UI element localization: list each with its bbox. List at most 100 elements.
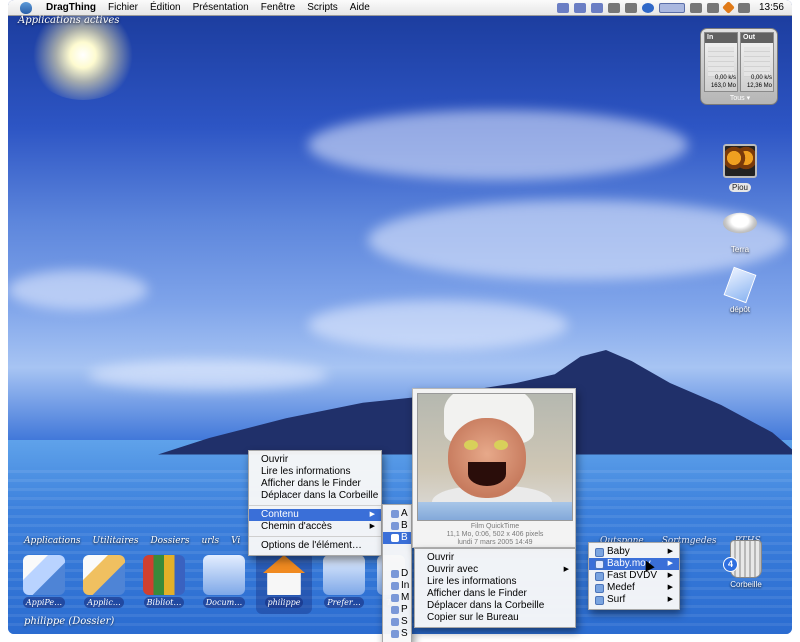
preview-kind: Film QuickTime: [470, 523, 520, 530]
meter-in-rate: 0,00 k/s: [714, 75, 736, 81]
menu-aide[interactable]: Aide: [344, 2, 376, 13]
menu-item-options[interactable]: Options de l'élément…: [249, 540, 381, 552]
pen-icon: [83, 555, 125, 595]
dock-item-docum[interactable]: Docum…: [196, 552, 252, 614]
itunes-control-icon[interactable]: [556, 2, 569, 13]
butterfly-icon: [723, 144, 757, 178]
tab-utilitaires[interactable]: Utilitaires: [93, 536, 139, 546]
movie-preview: Film QuickTime 11,1 Mo, 0:06, 502 x 406 …: [412, 388, 576, 548]
menu-scripts[interactable]: Scripts: [301, 2, 344, 13]
menu-item-contenu[interactable]: Contenu ▶: [249, 509, 381, 521]
meter-out-label: Out: [741, 33, 773, 43]
folder-item-surf[interactable]: Surf ▶: [589, 594, 679, 606]
menu-edition[interactable]: Édition: [144, 2, 187, 13]
file-icon: [391, 606, 399, 614]
tab-dossiers[interactable]: Dossiers: [150, 536, 189, 546]
volume-icon[interactable]: [706, 2, 719, 13]
home-icon: [263, 555, 305, 595]
submenu-arrow-icon: ▶: [369, 511, 375, 518]
content-item[interactable]: B: [383, 520, 411, 532]
menu-item-afficher-finder[interactable]: Afficher dans le Finder: [249, 478, 381, 490]
menu-item-ouvrir[interactable]: Ouvrir: [249, 454, 381, 466]
meter-in-total: 163,0 Mo: [710, 83, 736, 89]
content-item-label: In: [401, 580, 410, 591]
menu-item-corbeille[interactable]: Déplacer dans la Corbeille: [415, 600, 575, 612]
dock-item-philippe[interactable]: philippe: [256, 552, 312, 614]
dock-item-applic[interactable]: Applic…: [76, 552, 132, 614]
trash-label: Corbeille: [730, 580, 762, 589]
dock-item-prefer[interactable]: Prefer…: [316, 552, 372, 614]
menu-item-ouvrir[interactable]: Ouvrir: [415, 552, 575, 564]
file-icon: [391, 618, 399, 626]
tab-vi[interactable]: Vi: [231, 536, 240, 546]
meter-out-graph: [744, 47, 770, 77]
content-item[interactable]: M: [383, 592, 411, 604]
menu-fenetre[interactable]: Fenêtre: [255, 2, 301, 13]
trash[interactable]: 4 Corbeille: [716, 540, 776, 589]
meter-selector-label: Tous: [729, 95, 745, 102]
trash-icon: 4: [723, 540, 762, 578]
meter-out: Out 0,00 k/s 12,36 Mo: [740, 32, 774, 92]
next-track-icon[interactable]: [590, 2, 603, 13]
folder-item-label: Fast DVDV: [607, 570, 658, 581]
desktop-icon-piou[interactable]: Piou: [710, 144, 770, 193]
meter-selector[interactable]: Tous ▾: [701, 94, 779, 102]
content-item[interactable]: S: [383, 616, 411, 628]
books-icon: [143, 555, 185, 595]
movie-file-icon: [595, 559, 604, 569]
meter-in-label: In: [705, 33, 737, 43]
warning-icon[interactable]: [722, 1, 735, 14]
apple-menu-icon[interactable]: [20, 1, 32, 14]
trash-count-badge: 4: [723, 557, 738, 572]
submenu-arrow-icon: ▶: [369, 523, 375, 530]
menubar: DragThing Fichier Édition Présentation F…: [8, 0, 792, 16]
content-item[interactable]: A: [383, 508, 411, 520]
folder-item-fast-dvdv[interactable]: Fast DVDV ▶: [589, 570, 679, 582]
folder-item-medef[interactable]: Medef ▶: [589, 582, 679, 594]
menu-presentation[interactable]: Présentation: [187, 2, 255, 13]
submenu-arrow-icon: ▶: [667, 596, 673, 603]
tab-urls[interactable]: urls: [201, 536, 219, 546]
preview-info: Film QuickTime 11,1 Mo, 0:06, 502 x 406 …: [413, 523, 577, 547]
blanket: [418, 502, 572, 520]
menu-item-lire-infos[interactable]: Lire les informations: [415, 576, 575, 588]
menu-item-lire-infos[interactable]: Lire les informations: [249, 466, 381, 478]
menu-item-afficher-finder[interactable]: Afficher dans le Finder: [415, 588, 575, 600]
dock-item-label: Bibliot…: [143, 597, 185, 608]
menu-item-corbeille[interactable]: Déplacer dans la Corbeille: [249, 490, 381, 502]
folder-item-label: Medef: [607, 582, 635, 593]
content-item-label: B: [401, 532, 408, 543]
dock-item-appipe[interactable]: AppiPe…: [16, 552, 72, 614]
folder-item-baby-mov[interactable]: Baby.mov ▶: [589, 558, 679, 570]
menu-app[interactable]: DragThing: [40, 2, 102, 13]
menu-fichier[interactable]: Fichier: [102, 2, 144, 13]
content-item[interactable]: In: [383, 580, 411, 592]
dock-item-bibliot[interactable]: Bibliot…: [136, 552, 192, 614]
cloud: [8, 270, 148, 310]
clock[interactable]: 13:56: [759, 2, 784, 13]
display-icon[interactable]: [658, 2, 685, 13]
content-item[interactable]: D: [383, 568, 411, 580]
file-icon: [391, 570, 399, 578]
folder-item-baby[interactable]: Baby ▶: [589, 546, 679, 558]
script-icon[interactable]: [607, 2, 620, 13]
desktop-icon-depot[interactable]: dépôt: [710, 266, 770, 315]
content-item[interactable]: P: [383, 604, 411, 616]
user-icon[interactable]: [624, 2, 637, 13]
active-apps-label: Applications actives: [18, 15, 120, 26]
menu-item-chemin[interactable]: Chemin d'accès ▶: [249, 521, 381, 533]
content-item[interactable]: B: [383, 532, 411, 544]
globe-icon[interactable]: [641, 2, 654, 13]
pause-icon[interactable]: [573, 2, 586, 13]
tab-applications[interactable]: Applications: [24, 536, 81, 546]
battery-icon[interactable]: [689, 2, 702, 13]
desktop-icon-terra[interactable]: Terra: [710, 206, 770, 255]
content-item-label: A: [401, 508, 408, 519]
menu-item-copier-bureau[interactable]: Copier sur le Bureau: [415, 612, 575, 624]
content-item[interactable]: S: [383, 628, 411, 640]
menu-item-label: Contenu: [261, 509, 299, 520]
menu-item-ouvrir-avec[interactable]: Ouvrir avec ▶: [415, 564, 575, 576]
bluetooth-icon[interactable]: [737, 2, 750, 13]
dragthing-dock: AppiPe… Applic… Bibliot… Docum… philippe…: [16, 552, 406, 614]
dock-item-label: AppiPe…: [22, 597, 66, 608]
